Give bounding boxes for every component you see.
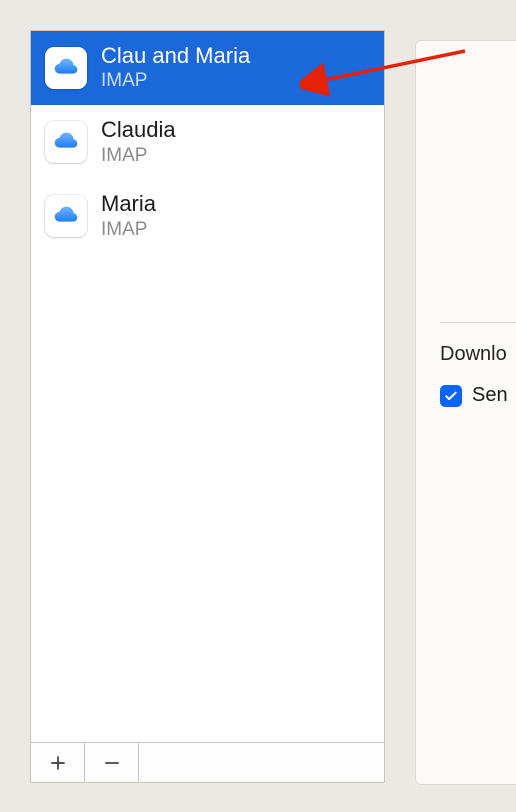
account-name: Claudia [101,117,176,143]
details-panel: Downlo Sen [415,40,516,785]
remove-account-button[interactable] [85,743,139,782]
account-type: IMAP [101,219,156,242]
account-item-maria[interactable]: Maria IMAP [31,179,384,253]
check-icon [443,388,459,404]
send-checkbox-row[interactable]: Sen [440,384,516,407]
toolbar-spacer [139,743,384,782]
cloud-icon [45,121,87,163]
add-account-button[interactable] [31,743,85,782]
account-item-claudia[interactable]: Claudia IMAP [31,105,384,179]
cloud-icon [45,195,87,237]
account-type: IMAP [101,70,250,93]
plus-icon [48,753,68,773]
account-type: IMAP [101,145,176,168]
account-text: Claudia IMAP [101,117,176,167]
account-text: Clau and Maria IMAP [101,43,250,93]
send-checkbox-label: Sen [472,384,508,407]
account-name: Clau and Maria [101,43,250,69]
accounts-sidebar: Clau and Maria IMAP Claudia IM [30,30,385,783]
sidebar-toolbar [31,742,384,782]
cloud-icon [45,47,87,89]
details-top-area [440,67,516,322]
account-list: Clau and Maria IMAP Claudia IM [31,31,384,742]
send-checkbox[interactable] [440,385,462,407]
download-label: Downlo [440,343,516,366]
divider [440,322,516,323]
account-name: Maria [101,191,156,217]
account-text: Maria IMAP [101,191,156,241]
minus-icon [102,753,122,773]
account-item-clau-and-maria[interactable]: Clau and Maria IMAP [31,31,384,105]
